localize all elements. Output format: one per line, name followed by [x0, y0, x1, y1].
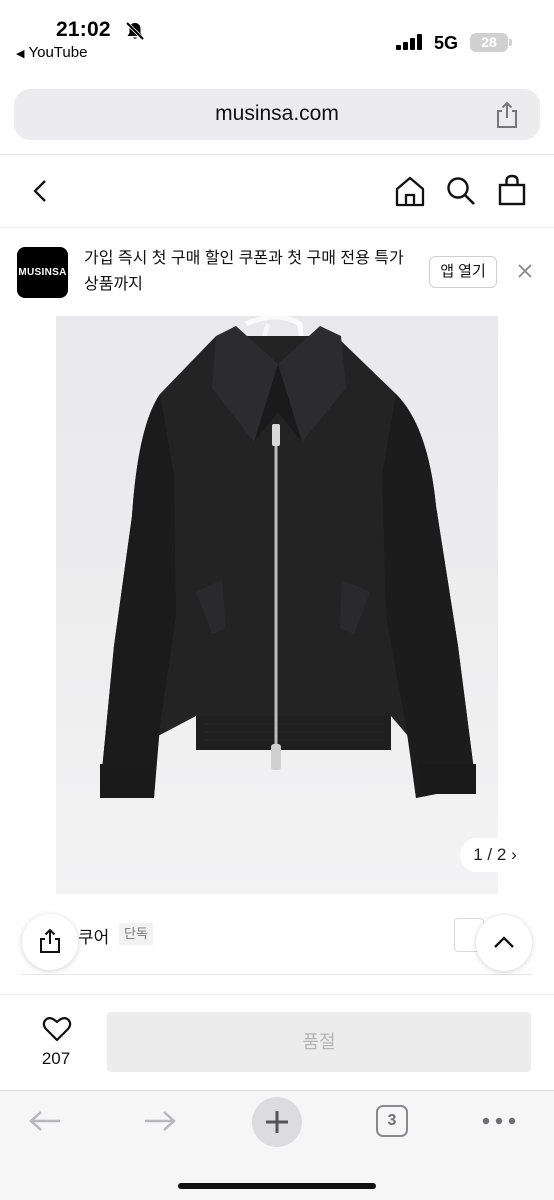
image-counter-button[interactable]: 1 / 2 ›	[460, 838, 530, 872]
share-icon[interactable]	[494, 101, 520, 129]
home-indicator	[178, 1183, 376, 1189]
purchase-bar: 207 품절	[0, 995, 554, 1090]
back-chevron-icon[interactable]	[30, 179, 50, 203]
chevron-up-icon	[494, 936, 514, 948]
more-icon[interactable]	[482, 1117, 516, 1125]
back-app-label: YouTube	[28, 44, 88, 61]
status-time: 21:02	[56, 18, 111, 41]
chevron-right-icon: ›	[511, 845, 517, 864]
address-bar[interactable]: musinsa.com	[14, 89, 540, 140]
image-counter-text: 1 / 2	[473, 845, 507, 864]
heart-icon[interactable]	[42, 1015, 72, 1043]
network-type: 5G	[434, 33, 459, 53]
forward-arrow-icon[interactable]	[143, 1109, 177, 1133]
brand-name[interactable]: 쿠어	[78, 923, 109, 948]
back-to-app-link[interactable]: ◀ YouTube	[16, 44, 87, 61]
musinsa-logo: MUSINSA	[17, 247, 68, 298]
share-fab-button[interactable]	[22, 914, 78, 970]
battery-indicator: 28	[470, 33, 508, 52]
open-app-button[interactable]: 앱 열기	[429, 256, 497, 288]
status-bar: 21:02 ◀ YouTube 5G 28	[0, 0, 554, 70]
scroll-top-button[interactable]	[476, 915, 532, 971]
app-install-banner: MUSINSA 가입 즉시 첫 구매 할인 쿠폰과 첫 구매 전용 특가 상품까…	[0, 228, 554, 316]
browser-toolbar: 3	[0, 1090, 554, 1200]
banner-message: 가입 즉시 첫 구매 할인 쿠폰과 첫 구매 전용 특가 상품까지	[84, 250, 404, 293]
like-count: 207	[41, 1049, 71, 1068]
close-icon[interactable]	[516, 262, 534, 280]
back-arrow-icon[interactable]	[28, 1109, 62, 1133]
new-tab-button[interactable]	[252, 1097, 302, 1147]
back-triangle-icon: ◀	[16, 48, 25, 60]
home-icon[interactable]	[394, 175, 426, 207]
url-text[interactable]: musinsa.com	[14, 102, 540, 126]
signal-icon	[396, 34, 422, 50]
plus-icon	[266, 1111, 288, 1133]
exclusive-tag: 단독	[119, 923, 153, 945]
site-header	[0, 155, 554, 227]
soldout-button[interactable]: 품절	[107, 1012, 531, 1072]
bell-slash-icon	[125, 21, 145, 41]
battery-tip	[509, 39, 512, 46]
tabs-button[interactable]: 3	[376, 1105, 408, 1137]
share-icon	[40, 928, 60, 953]
jacket-image	[100, 316, 476, 798]
search-icon[interactable]	[446, 176, 476, 206]
product-image[interactable]	[56, 316, 498, 894]
shopping-bag-icon[interactable]	[497, 174, 527, 206]
divider	[22, 974, 532, 975]
